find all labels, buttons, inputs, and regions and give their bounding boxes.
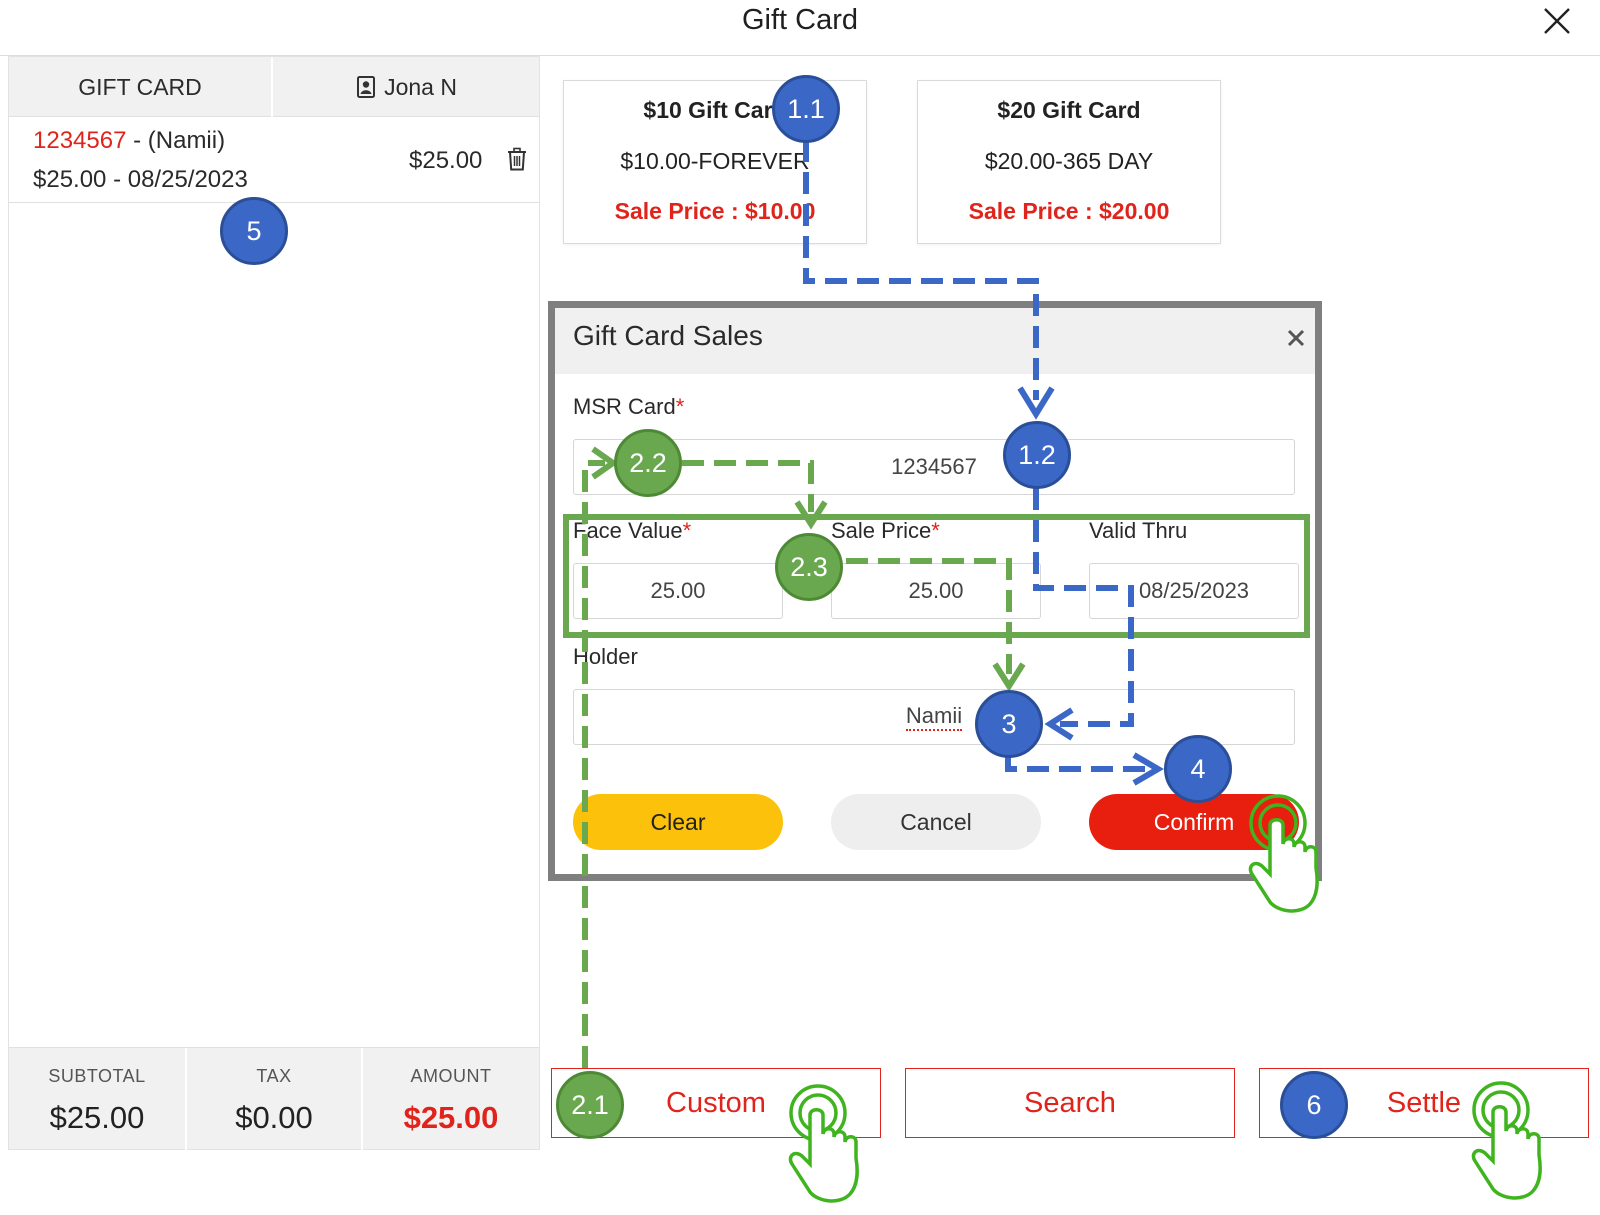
close-icon[interactable] xyxy=(1540,4,1574,38)
gift-card-desc: $20.00-365 DAY xyxy=(984,148,1154,174)
totals-bar: SUBTOTAL $25.00 TAX $0.00 AMOUNT $25.00 xyxy=(9,1047,539,1150)
search-button[interactable]: Search xyxy=(905,1068,1235,1138)
gift-card-sale-price: Sale Price : $10.00 xyxy=(614,198,816,224)
gift-card-sale-price: Sale Price : $20.00 xyxy=(968,198,1170,224)
valid-thru-label: Valid Thru xyxy=(1089,518,1188,543)
face-value-field[interactable]: 25.00 xyxy=(573,563,783,619)
page-title: Gift Card xyxy=(741,4,859,36)
sale-price-field[interactable]: 25.00 xyxy=(831,563,1041,619)
subtotal-box: SUBTOTAL $25.00 xyxy=(9,1048,185,1150)
gift-card-tile-20[interactable]: $20 Gift Card $20.00-365 DAY Sale Price … xyxy=(917,80,1221,244)
dialog-title: Gift Card Sales xyxy=(573,320,763,351)
step-badge-1-2: 1.2 xyxy=(1003,421,1071,489)
subtotal-label: SUBTOTAL xyxy=(48,1066,146,1086)
amount-label: AMOUNT xyxy=(410,1066,492,1086)
customer-name: Jona N xyxy=(384,73,457,100)
clear-button[interactable]: Clear xyxy=(573,794,783,850)
cancel-button[interactable]: Cancel xyxy=(831,794,1041,850)
required-mark: * xyxy=(931,518,940,543)
cart-header: GIFT CARD Jona N xyxy=(9,57,539,117)
trash-icon[interactable] xyxy=(507,147,527,171)
step-badge-6: 6 xyxy=(1280,1071,1348,1139)
cart-item-holder: - (Namii) xyxy=(126,127,226,154)
step-badge-2-3: 2.3 xyxy=(775,533,843,601)
sale-price-label: Sale Price* xyxy=(831,518,940,544)
cart-item[interactable]: 1234567 - (Namii) $25.00 - 08/25/2023 $2… xyxy=(9,117,539,203)
msr-card-label: MSR Card* xyxy=(573,394,684,420)
holder-value: Namii xyxy=(905,703,963,731)
subtotal-value: $25.00 xyxy=(49,1100,145,1135)
amount-value: $25.00 xyxy=(403,1100,499,1135)
step-badge-2-2: 2.2 xyxy=(614,429,682,497)
user-icon xyxy=(357,76,376,98)
tax-value: $0.00 xyxy=(235,1100,313,1135)
face-value-label: Face Value* xyxy=(573,518,691,544)
customer-selector[interactable]: Jona N xyxy=(275,57,539,117)
dialog-header: Gift Card Sales xyxy=(555,308,1315,374)
cart-item-amount-date: $25.00 - 08/25/2023 xyxy=(33,166,248,193)
holder-label: Holder xyxy=(573,644,638,669)
step-badge-5: 5 xyxy=(220,197,288,265)
cart-item-price: $25.00 xyxy=(409,147,483,174)
valid-thru-field[interactable]: 08/25/2023 xyxy=(1089,563,1299,619)
tax-box: TAX $0.00 xyxy=(185,1048,361,1150)
step-badge-4: 4 xyxy=(1164,735,1232,803)
gift-card-name: $20 Gift Card xyxy=(997,97,1141,123)
cart-item-title: 1234567 - (Namii) xyxy=(33,127,225,155)
gift-card-desc: $10.00-FOREVER xyxy=(620,148,810,174)
step-badge-2-1: 2.1 xyxy=(556,1071,624,1139)
msr-card-label-text: MSR Card xyxy=(573,394,676,419)
amount-box: AMOUNT $25.00 xyxy=(361,1048,539,1150)
required-mark: * xyxy=(675,394,685,419)
gift-card-tab[interactable]: GIFT CARD xyxy=(9,57,273,117)
dialog-close-icon[interactable] xyxy=(1286,328,1306,348)
face-value-label-text: Face Value xyxy=(573,518,683,543)
sale-price-label-text: Sale Price xyxy=(831,518,932,543)
required-mark: * xyxy=(682,518,692,543)
tax-label: TAX xyxy=(256,1066,292,1086)
cart-item-card-number: 1234567 xyxy=(33,127,127,154)
step-badge-3: 3 xyxy=(975,690,1043,758)
step-badge-1-1: 1.1 xyxy=(772,75,840,143)
